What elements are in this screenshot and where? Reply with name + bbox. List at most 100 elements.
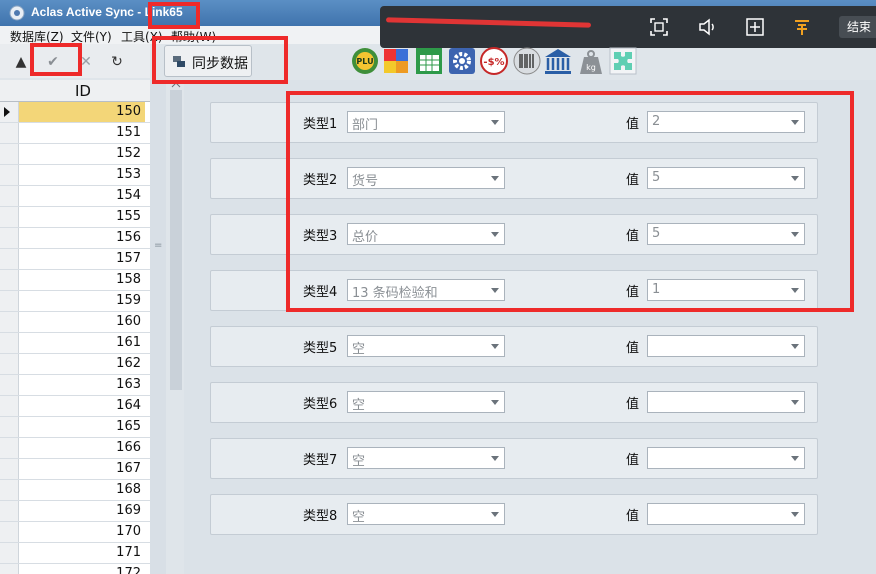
row-indicator[interactable]	[0, 333, 19, 353]
id-cell[interactable]: 164	[19, 396, 145, 416]
volume-icon[interactable]	[696, 16, 718, 38]
value-select[interactable]	[647, 335, 805, 357]
row-indicator[interactable]	[0, 459, 19, 479]
id-cell[interactable]: 161	[19, 333, 145, 353]
table-row[interactable]: 150	[0, 102, 150, 123]
id-cell[interactable]: 167	[19, 459, 145, 479]
bank-icon[interactable]	[543, 46, 573, 76]
table-row[interactable]: 152	[0, 144, 150, 165]
type-select[interactable]: 空	[347, 391, 505, 413]
id-cell[interactable]: 151	[19, 123, 145, 143]
table-row[interactable]: 158	[0, 270, 150, 291]
row-indicator[interactable]	[0, 564, 19, 574]
row-indicator[interactable]	[0, 354, 19, 374]
row-indicator[interactable]	[0, 543, 19, 563]
value-select[interactable]	[647, 503, 805, 525]
id-cell[interactable]: 154	[19, 186, 145, 206]
table-row[interactable]: 151	[0, 123, 150, 144]
row-indicator[interactable]	[0, 480, 19, 500]
row-indicator[interactable]	[0, 123, 19, 143]
type-select-value: 空	[352, 510, 366, 525]
id-cell[interactable]: 152	[19, 144, 145, 164]
table-row[interactable]: 153	[0, 165, 150, 186]
weight-kg-icon[interactable]: kg	[576, 46, 606, 76]
splitter[interactable]: =	[150, 80, 166, 574]
table-row[interactable]: 171	[0, 543, 150, 564]
svg-text:-$%: -$%	[483, 57, 504, 68]
id-cell[interactable]: 158	[19, 270, 145, 290]
id-grid[interactable]: ID 150 151 152 153 154 155 156 157 158 159 160 161 1…	[0, 80, 151, 574]
row-indicator[interactable]	[0, 186, 19, 206]
id-cell[interactable]: 160	[19, 312, 145, 332]
row-indicator[interactable]	[0, 249, 19, 269]
table-row[interactable]: 160	[0, 312, 150, 333]
row-indicator[interactable]	[0, 438, 19, 458]
table-row[interactable]: 159	[0, 291, 150, 312]
row-indicator[interactable]	[0, 375, 19, 395]
gear-icon[interactable]	[447, 46, 477, 76]
table-row[interactable]: 163	[0, 375, 150, 396]
barcode-scanner-icon[interactable]	[512, 46, 542, 76]
puzzle-icon[interactable]	[608, 46, 638, 76]
type-select[interactable]: 空	[347, 335, 505, 357]
end-button[interactable]: 结束	[839, 16, 876, 38]
table-row[interactable]: 170	[0, 522, 150, 543]
spreadsheet-icon[interactable]	[414, 46, 444, 76]
row-indicator[interactable]	[0, 102, 19, 122]
id-cell[interactable]: 169	[19, 501, 145, 521]
type-select[interactable]: 空	[347, 503, 505, 525]
fullscreen-icon[interactable]	[648, 16, 670, 38]
table-row[interactable]: 167	[0, 459, 150, 480]
row-indicator[interactable]	[0, 165, 19, 185]
id-cell[interactable]: 163	[19, 375, 145, 395]
row-indicator[interactable]	[0, 522, 19, 542]
id-cell[interactable]: 159	[19, 291, 145, 311]
table-row[interactable]: 164	[0, 396, 150, 417]
table-row[interactable]: 168	[0, 480, 150, 501]
row-indicator[interactable]	[0, 291, 19, 311]
refresh-button[interactable]: ↻	[104, 49, 130, 75]
table-row[interactable]: 161	[0, 333, 150, 354]
plu-icon[interactable]: PLU	[350, 46, 380, 76]
table-row[interactable]: 157	[0, 249, 150, 270]
id-cell[interactable]: 172	[19, 564, 145, 574]
add-frame-icon[interactable]	[744, 16, 766, 38]
row-indicator[interactable]	[0, 270, 19, 290]
row-indicator[interactable]	[0, 207, 19, 227]
id-cell[interactable]: 153	[19, 165, 145, 185]
table-row[interactable]: 156	[0, 228, 150, 249]
id-cell[interactable]: 168	[19, 480, 145, 500]
type-select[interactable]: 空	[347, 447, 505, 469]
table-row[interactable]: 169	[0, 501, 150, 522]
id-cell[interactable]: 155	[19, 207, 145, 227]
table-row[interactable]: 155	[0, 207, 150, 228]
id-cell[interactable]: 171	[19, 543, 145, 563]
id-cell[interactable]: 162	[19, 354, 145, 374]
grid-header[interactable]: ID	[0, 80, 150, 102]
id-cell[interactable]: 166	[19, 438, 145, 458]
table-row[interactable]: 154	[0, 186, 150, 207]
row-indicator[interactable]	[0, 144, 19, 164]
table-row[interactable]: 172	[0, 564, 150, 574]
id-cell[interactable]: 165	[19, 417, 145, 437]
id-cell[interactable]: 150	[19, 102, 145, 122]
table-row[interactable]: 165	[0, 417, 150, 438]
scroll-thumb[interactable]	[170, 90, 182, 390]
table-row[interactable]: 166	[0, 438, 150, 459]
id-cell[interactable]: 157	[19, 249, 145, 269]
value-select[interactable]	[647, 447, 805, 469]
row-indicator[interactable]	[0, 396, 19, 416]
discount-icon[interactable]: -$%	[479, 46, 509, 76]
id-cell[interactable]: 156	[19, 228, 145, 248]
coin-icon[interactable]	[791, 16, 813, 38]
row-indicator[interactable]	[0, 312, 19, 332]
row-indicator[interactable]	[0, 501, 19, 521]
row-indicator[interactable]	[0, 417, 19, 437]
value-select[interactable]	[647, 391, 805, 413]
id-cell[interactable]: 170	[19, 522, 145, 542]
color-squares-icon[interactable]	[382, 46, 412, 76]
vertical-scrollbar[interactable]	[168, 80, 184, 574]
table-row[interactable]: 162	[0, 354, 150, 375]
value-label: 值	[626, 341, 640, 356]
row-indicator[interactable]	[0, 228, 19, 248]
